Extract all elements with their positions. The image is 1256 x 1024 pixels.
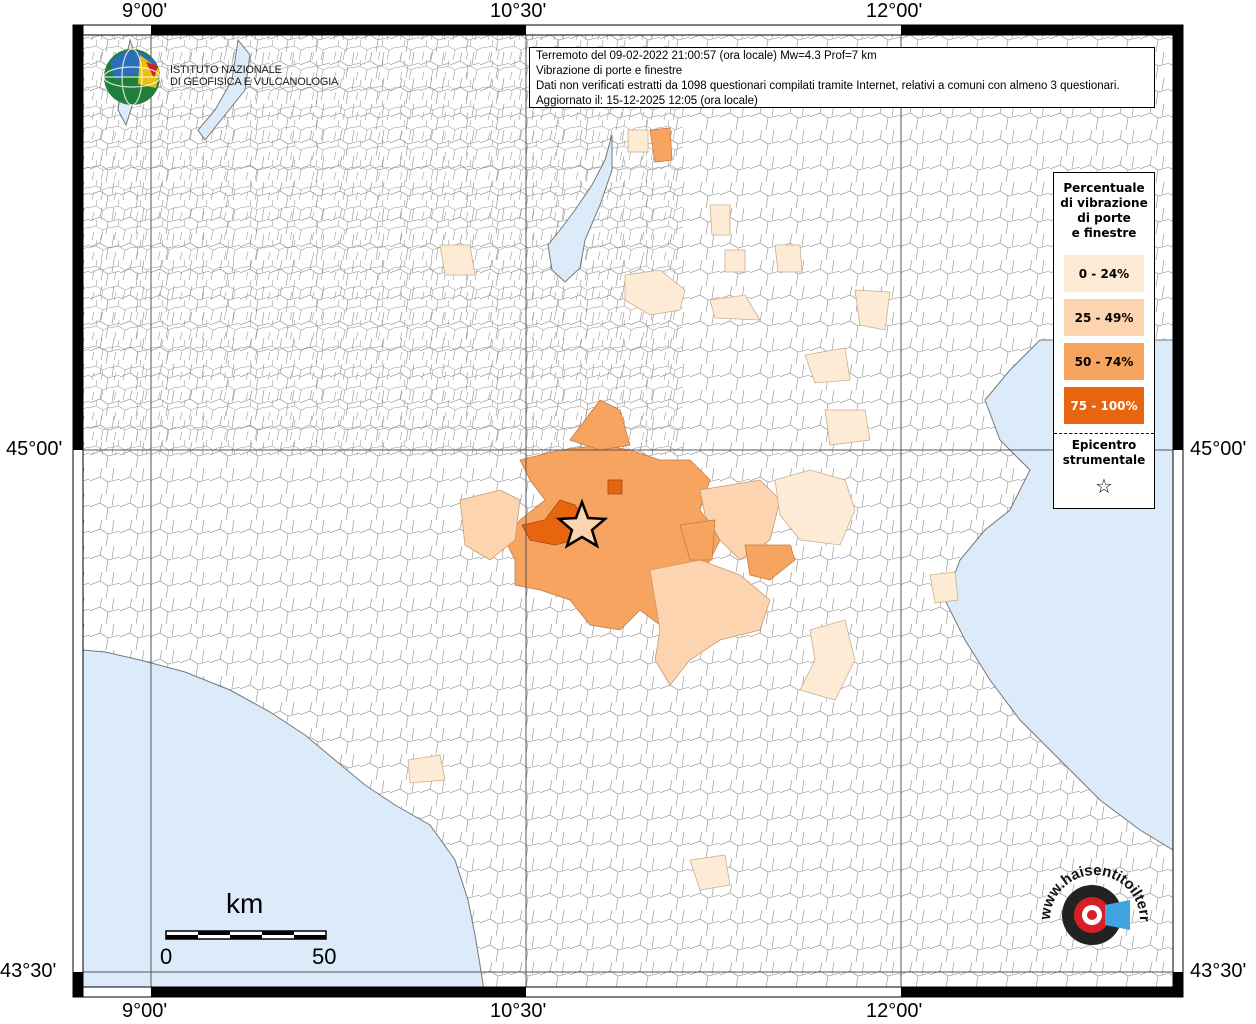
lat-label-left-1: 45°00' [6, 438, 63, 460]
ingv-logo-line1: ISTITUTO NAZIONALE [170, 64, 282, 76]
event-info-line2: Vibrazione di porte e finestre [536, 65, 683, 77]
felt-area-0-24-d [439, 244, 476, 276]
lat-label-right-2: 43°30' [1190, 960, 1247, 982]
lon-label-bottom-3: 12°00' [866, 1000, 923, 1022]
event-info-line4: Aggiornato il: 15-12-2025 12:05 (ora loc… [536, 95, 758, 107]
felt-area-0-24-f [407, 754, 446, 784]
ingv-logo-line2: DI GEOFISICA E VULCANOLOGIA [170, 76, 339, 88]
legend-title-line: e finestre [1071, 226, 1137, 240]
scale-end: 50 [312, 944, 337, 969]
legend: Percentuale di vibrazione di porte e fin… [1053, 172, 1155, 509]
legend-title: Percentuale di vibrazione di porte e fin… [1054, 181, 1154, 241]
legend-epicentre-line: strumentale [1062, 453, 1146, 467]
lon-label-bottom-1: 9°00' [122, 1000, 168, 1022]
legend-title-line: Percentuale [1063, 181, 1145, 195]
ingv-logo: ISTITUTO NAZIONALE DI GEOFISICA E VULCAN… [170, 64, 338, 88]
felt-area-0-24-i [854, 289, 891, 331]
legend-epicentre-line: Epicentro [1071, 438, 1137, 452]
felt-area-0-24-g [824, 409, 871, 446]
legend-class-50-74: 50 - 74% [1064, 343, 1144, 380]
scale-start: 0 [160, 944, 173, 969]
event-info-line1: Terremoto del 09-02-2022 21:00:57 (ora l… [536, 50, 877, 62]
scale-unit: km [226, 888, 264, 919]
legend-epicentre: Epicentro strumentale [1054, 438, 1154, 468]
felt-area-0-24-k [724, 249, 746, 273]
felt-area-75-100-b [607, 479, 623, 495]
lat-label-right-1: 45°00' [1190, 438, 1247, 460]
lon-label-top-1: 9°00' [122, 0, 168, 22]
event-info-box: Terremoto del 09-02-2022 21:00:57 (ora l… [529, 47, 1155, 108]
legend-star-icon: ☆ [1095, 474, 1113, 498]
legend-class-0-24: 0 - 24% [1064, 255, 1144, 292]
legend-title-line: di porte [1077, 211, 1131, 225]
felt-area-0-24-l [774, 244, 803, 273]
scale-bar [165, 930, 327, 940]
felt-area-0-24-o [929, 571, 959, 604]
lat-label-left-2: 43°30' [0, 960, 57, 982]
legend-title-line: di vibrazione [1060, 196, 1148, 210]
event-info-line3: Dati non verificati estratti da 1098 que… [536, 80, 1120, 92]
intensity-map [72, 24, 1184, 998]
ingv-globe-icon [103, 48, 161, 106]
lon-label-top-3: 12°00' [866, 0, 923, 22]
felt-area-0-24-m [709, 204, 731, 236]
lon-label-top-2: 10°30' [490, 0, 547, 22]
lon-label-bottom-2: 10°30' [490, 1000, 547, 1022]
legend-separator [1054, 433, 1154, 434]
legend-class-25-49: 25 - 49% [1064, 299, 1144, 336]
felt-area-0-24-n [627, 129, 649, 153]
legend-class-75-100: 75 - 100% [1064, 387, 1144, 424]
